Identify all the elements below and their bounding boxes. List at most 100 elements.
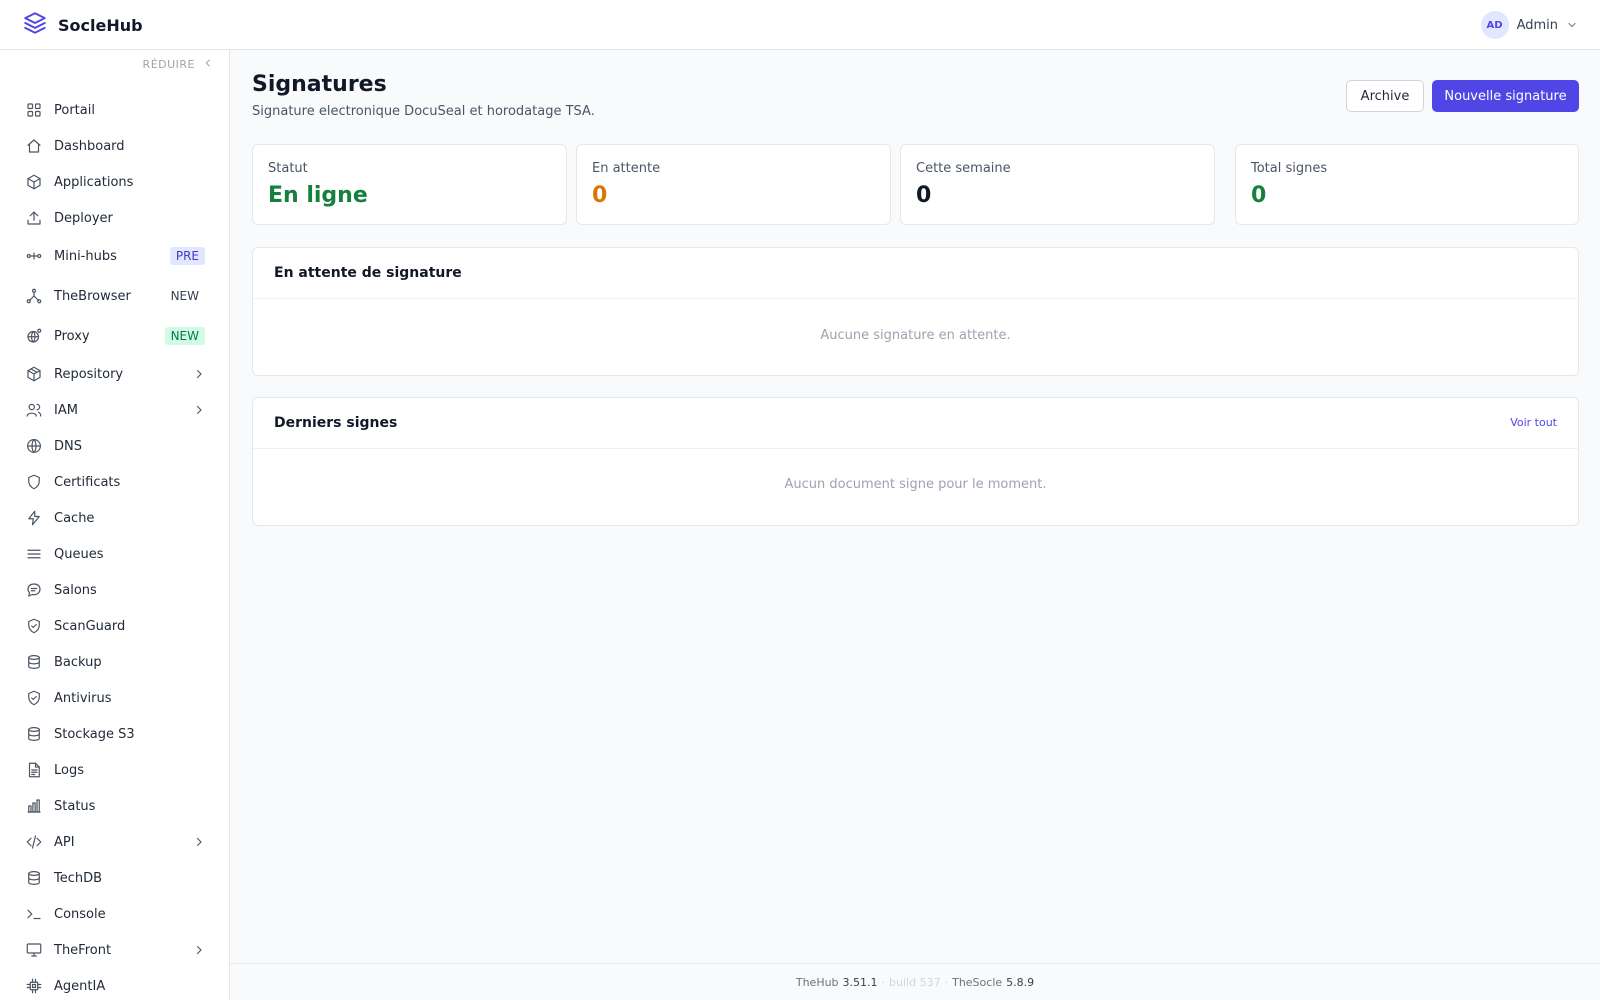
stat-card-this-week: Cette semaine 0	[900, 144, 1215, 225]
sidebar-item-dashboard[interactable]: Dashboard	[0, 128, 229, 164]
sidebar-item-repository[interactable]: Repository	[0, 356, 229, 392]
page-subtitle: Signature electronique DocuSeal et horod…	[252, 104, 595, 119]
footer-app-version: 3.51.1	[842, 975, 878, 989]
shield-icon	[25, 473, 43, 491]
top-bar: SocleHub AD Admin	[0, 0, 1600, 50]
chevron-left-icon	[203, 58, 213, 71]
sidebar-item-label: ScanGuard	[54, 618, 126, 634]
sidebar-item-antivirus[interactable]: Antivirus	[0, 680, 229, 716]
sidebar-item-label: TheBrowser	[54, 288, 131, 304]
users-icon	[25, 401, 43, 419]
database-icon	[25, 869, 43, 887]
footer-separator: ·	[944, 975, 949, 989]
bolt-icon	[25, 509, 43, 527]
sidebar-item-label: Certificats	[54, 474, 121, 490]
view-all-link[interactable]: Voir tout	[1510, 416, 1557, 429]
sidebar-item-console[interactable]: Console	[0, 896, 229, 932]
sidebar-item-salons[interactable]: Salons	[0, 572, 229, 608]
avatar: AD	[1480, 11, 1509, 39]
package-icon	[25, 365, 43, 383]
code-icon	[25, 833, 43, 851]
sidebar-item-scanguard[interactable]: ScanGuard	[0, 608, 229, 644]
sidebar-item-label: TheFront	[54, 942, 112, 958]
sidebar-item-agentia[interactable]: AgentIA	[0, 968, 229, 1000]
home-icon	[25, 137, 43, 155]
stat-value: En ligne	[268, 183, 368, 208]
sidebar: RÉDUIRE Portail Dashboard Applications Depl…	[0, 50, 230, 1000]
proxy-icon	[25, 327, 43, 345]
stat-label: Total signes	[1251, 161, 1328, 176]
database-icon	[25, 653, 43, 671]
collapse-sidebar-button[interactable]: RÉDUIRE	[143, 56, 213, 72]
sidebar-item-label: API	[54, 834, 75, 850]
page-title: Signatures	[252, 72, 387, 97]
sidebar-item-proxy[interactable]: Proxy NEW	[0, 316, 229, 356]
panel-title: Derniers signes	[274, 415, 398, 431]
sidebar-item-deployer[interactable]: Deployer	[0, 200, 229, 236]
sidebar-item-label: Status	[54, 798, 96, 814]
sidebar-item-label: TechDB	[54, 870, 103, 886]
sidebar-item-logs[interactable]: Logs	[0, 752, 229, 788]
file-icon	[25, 761, 43, 779]
sidebar-item-certificats[interactable]: Certificats	[0, 464, 229, 500]
sidebar-nav: Portail Dashboard Applications Deployer Mini…	[0, 92, 229, 1000]
empty-state: Aucun document signe pour le moment.	[784, 477, 1047, 492]
brand[interactable]: SocleHub	[22, 12, 143, 38]
recent-signed-panel: Derniers signes Voir tout Aucun document…	[252, 397, 1579, 526]
sidebar-item-mini-hubs[interactable]: Mini-hubs PRE	[0, 236, 229, 276]
stat-card-pending: En attente 0	[576, 144, 891, 225]
sidebar-item-label: Backup	[54, 654, 102, 670]
sidebar-item-stockage-s3[interactable]: Stockage S3	[0, 716, 229, 752]
user-menu[interactable]: AD Admin	[1480, 11, 1578, 39]
sidebar-item-cache[interactable]: Cache	[0, 500, 229, 536]
sidebar-item-badge: NEW	[170, 289, 199, 303]
stat-card-status: Statut En ligne	[252, 144, 567, 225]
sidebar-item-iam[interactable]: IAM	[0, 392, 229, 428]
collapse-label: RÉDUIRE	[142, 57, 195, 71]
archive-button[interactable]: Archive	[1346, 80, 1424, 112]
sidebar-item-label: Dashboard	[54, 138, 125, 154]
sidebar-item-label: Stockage S3	[54, 726, 135, 742]
chat-icon	[25, 581, 43, 599]
chevron-down-icon	[1566, 16, 1578, 35]
sidebar-item-label: Portail	[54, 102, 95, 118]
sidebar-item-dns[interactable]: DNS	[0, 428, 229, 464]
shield-check-icon	[25, 689, 43, 707]
sidebar-item-label: Repository	[54, 366, 124, 382]
footer-app: TheHub	[795, 975, 839, 989]
sidebar-item-label: Cache	[54, 510, 95, 526]
sidebar-item-queues[interactable]: Queues	[0, 536, 229, 572]
stat-label: En attente	[592, 161, 661, 176]
sidebar-item-api[interactable]: API	[0, 824, 229, 860]
footer: TheHub 3.51.1 · build 537 · TheSocle 5.8…	[230, 963, 1600, 1000]
globe-icon	[25, 437, 43, 455]
sidebar-item-label: Antivirus	[54, 690, 112, 706]
sidebar-item-techdb[interactable]: TechDB	[0, 860, 229, 896]
sidebar-item-thefront[interactable]: TheFront	[0, 932, 229, 968]
stat-value: 0	[916, 183, 932, 208]
sidebar-item-thebrowser[interactable]: TheBrowser NEW	[0, 276, 229, 316]
stat-label: Statut	[268, 161, 308, 176]
sidebar-item-portail[interactable]: Portail	[0, 92, 229, 128]
empty-state: Aucune signature en attente.	[820, 328, 1011, 343]
sidebar-item-label: AgentIA	[54, 978, 106, 994]
footer-separator: ·	[881, 975, 886, 989]
chevron-right-icon	[193, 944, 205, 956]
sidebar-item-badge: NEW	[164, 327, 205, 345]
sidebar-item-backup[interactable]: Backup	[0, 644, 229, 680]
monitor-icon	[25, 941, 43, 959]
cpu-icon	[25, 977, 43, 995]
stat-label: Cette semaine	[916, 161, 1011, 176]
stat-value: 0	[592, 183, 608, 208]
sidebar-item-label: Console	[54, 906, 106, 922]
stat-card-total: Total signes 0	[1235, 144, 1579, 225]
network-icon	[25, 287, 43, 305]
shield-check-icon	[25, 617, 43, 635]
new-signature-button[interactable]: Nouvelle signature	[1432, 80, 1579, 112]
panel-header: Derniers signes Voir tout	[253, 398, 1578, 449]
sidebar-item-status[interactable]: Status	[0, 788, 229, 824]
layers-logo-icon	[22, 10, 48, 40]
sidebar-item-applications[interactable]: Applications	[0, 164, 229, 200]
sidebar-item-label: Applications	[54, 174, 134, 190]
stat-value: 0	[1251, 183, 1267, 208]
